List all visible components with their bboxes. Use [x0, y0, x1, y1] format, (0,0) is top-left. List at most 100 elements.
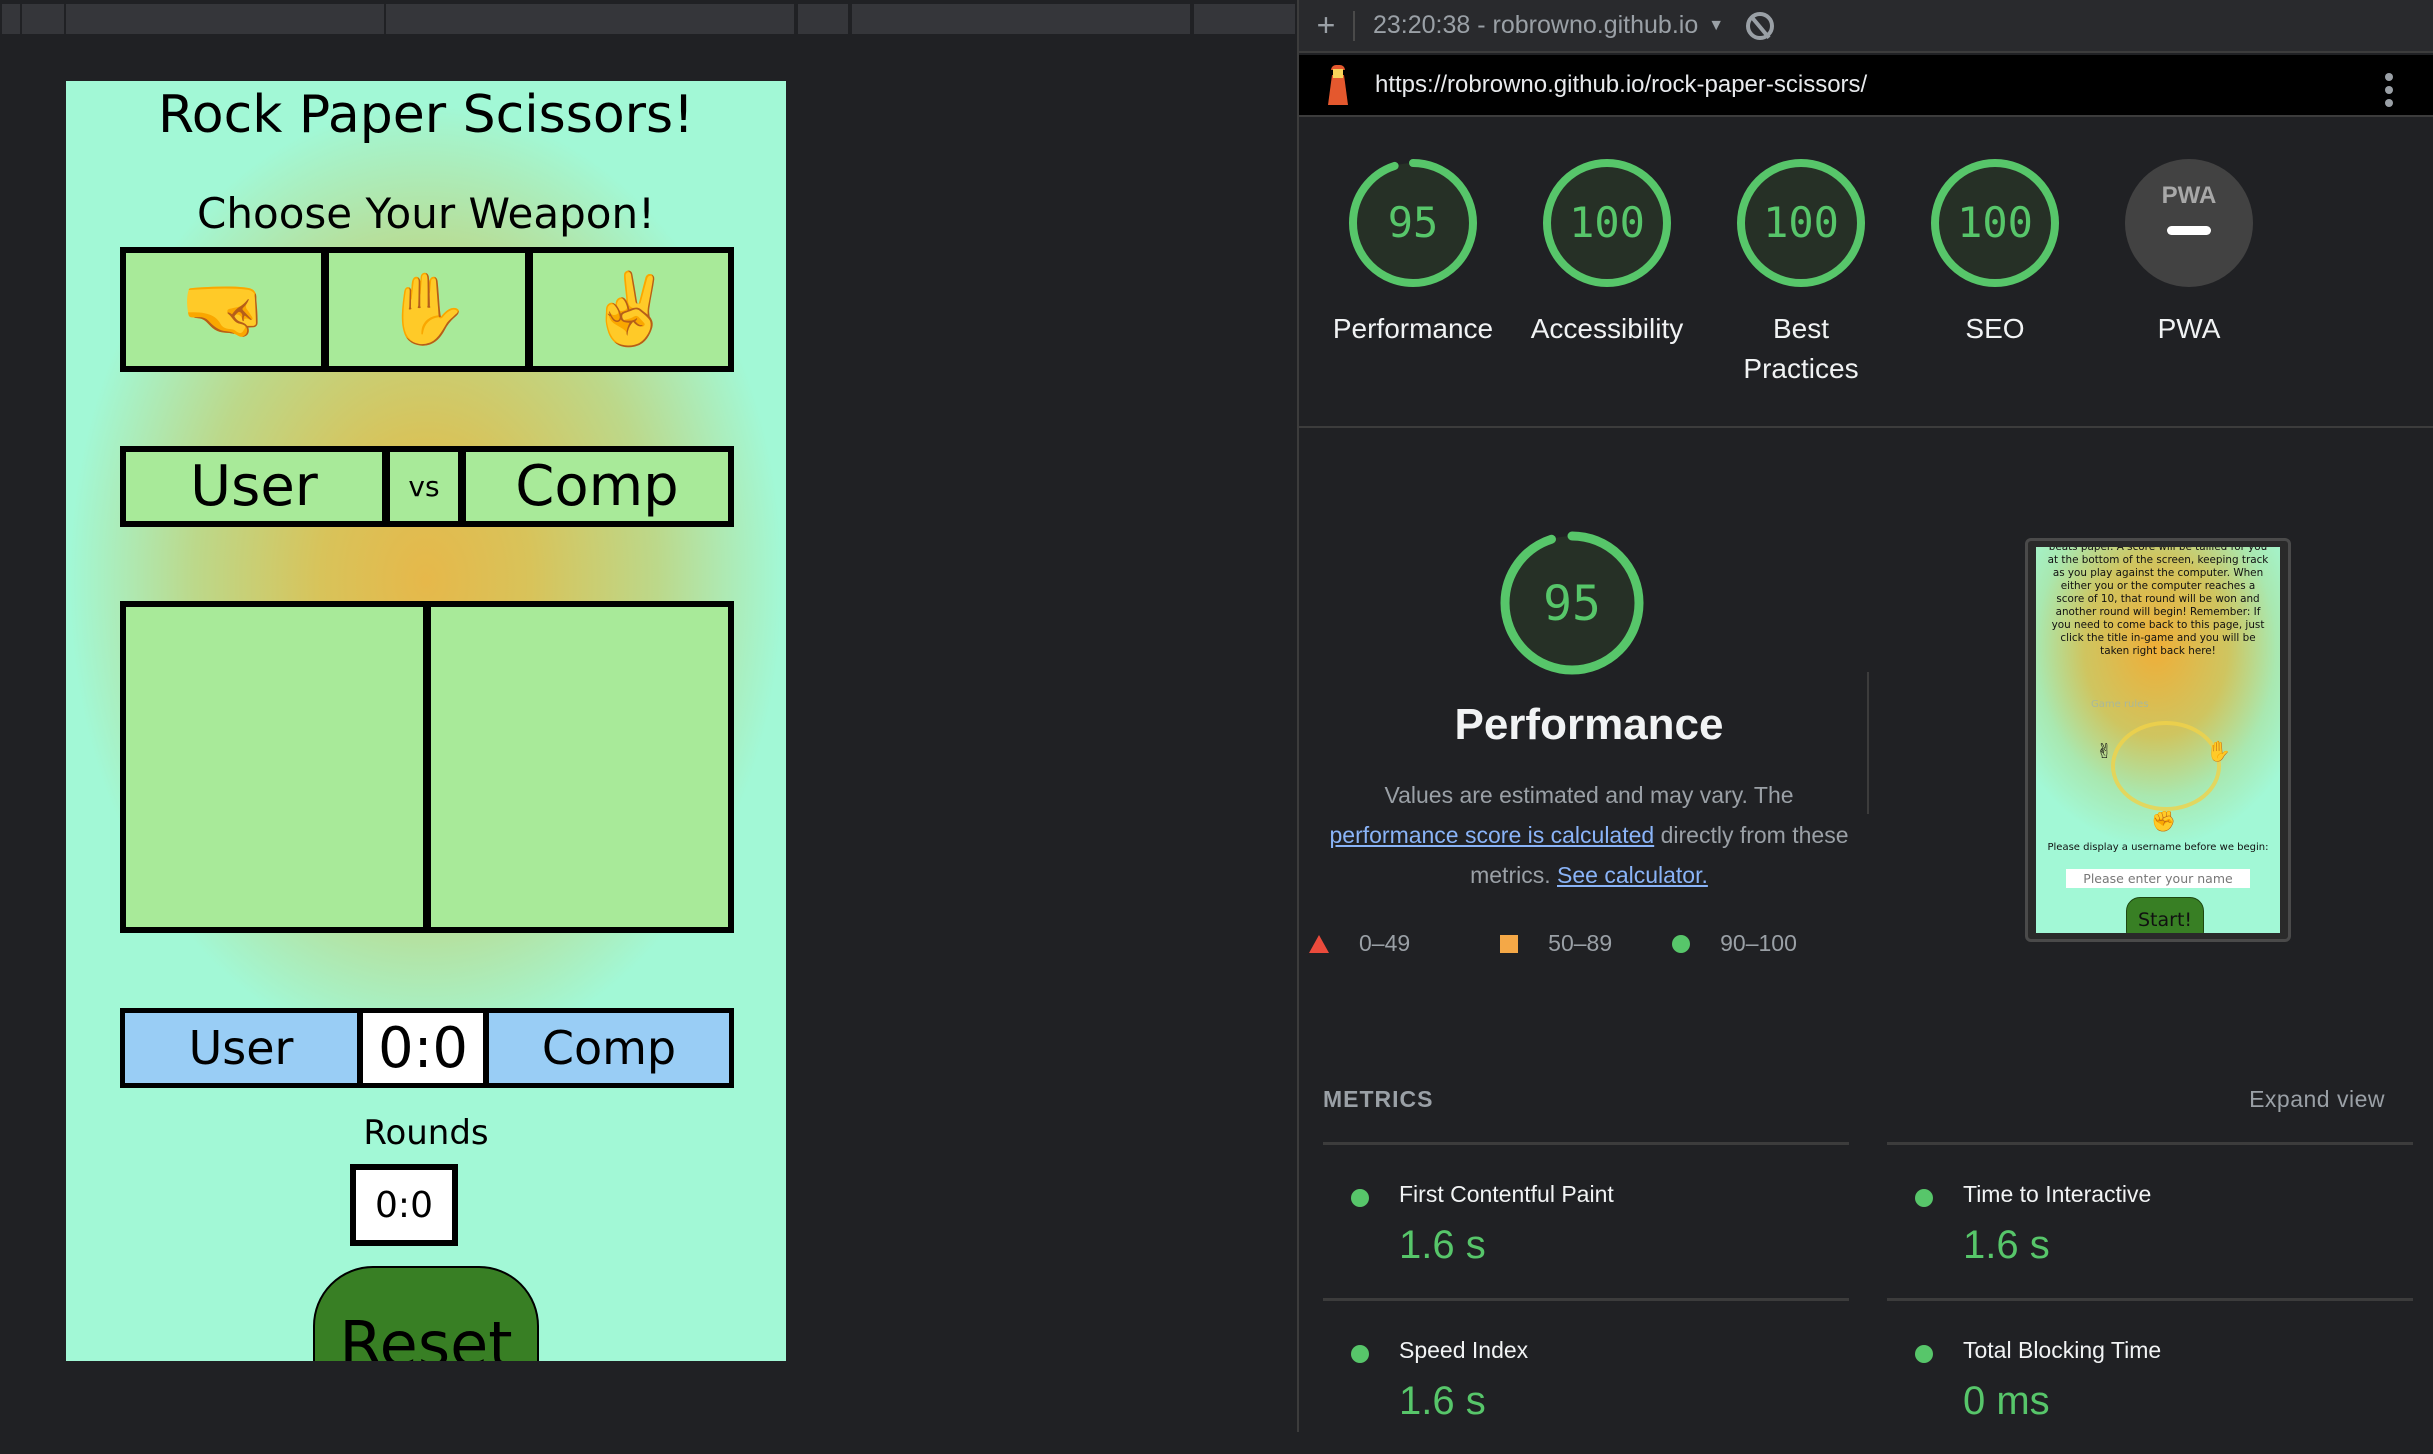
ruler-segment[interactable] [744, 4, 794, 34]
lighthouse-panel: + 23:20:38 - robrowno.github.io ▼ https:… [1297, 0, 2433, 1432]
gauge-label: Accessibility [1530, 313, 1684, 344]
metric-speed-index: Speed Index 1.6 s [1323, 1298, 1849, 1454]
report-url-link[interactable]: https://robrowno.github.io/rock-paper-sc… [1375, 71, 1867, 99]
metric-first-contentful-paint: First Contentful Paint 1.6 s [1323, 1142, 1849, 1298]
scissors-button[interactable]: ✌️ [532, 253, 728, 366]
screenshot-name-input: Please enter your name [2066, 869, 2250, 888]
final-screenshot-thumbnail[interactable]: beats paper. A score will be tallied for… [2025, 538, 2291, 942]
svg-text:PWA: PWA [2162, 182, 2217, 209]
metric-time-to-interactive: Time to Interactive 1.6 s [1887, 1142, 2413, 1298]
performance-description: Values are estimated and may vary. The p… [1329, 782, 1849, 888]
rock-fist-icon: ✊ [2151, 809, 2176, 833]
gauge-score: 100 [1957, 198, 2033, 247]
clear-reports-icon[interactable] [1746, 11, 1775, 40]
pass-dot-icon [1915, 1345, 1933, 1363]
ruler-segment[interactable] [798, 4, 848, 34]
performance-gauge: 95 [1500, 531, 1644, 675]
ruler-segment[interactable] [2, 4, 20, 34]
report-selector[interactable]: 23:20:38 - robrowno.github.io [1373, 11, 1698, 40]
rock-fist-icon: 🤜 [180, 268, 268, 350]
reset-button[interactable]: Reset [313, 1266, 539, 1361]
score-comp-label: Comp [489, 1013, 729, 1083]
ruler-segment[interactable] [1194, 4, 1295, 34]
comp-choice-pane [431, 607, 728, 927]
ruler-segment[interactable] [66, 4, 384, 34]
gauge-ring: 100 [1543, 159, 1671, 287]
red-triangle-icon [1309, 934, 1329, 953]
report-url-bar: https://robrowno.github.io/rock-paper-sc… [1299, 55, 2433, 117]
lighthouse-logo-icon [1325, 65, 1351, 105]
gauge-label: SEO [1965, 313, 2025, 344]
choice-display-area [120, 601, 734, 933]
rock-button[interactable]: 🤜 [126, 253, 322, 366]
gauge-seo[interactable]: 100 SEO [1905, 157, 2085, 349]
score-calculated-link[interactable]: performance score is calculated [1329, 822, 1654, 848]
lighthouse-toolbar: + 23:20:38 - robrowno.github.io ▼ [1299, 0, 2433, 53]
weapon-buttons: 🤜 ✋ ✌️ [120, 247, 734, 372]
performance-title: Performance [1454, 700, 1724, 749]
user-name-label: User [126, 452, 382, 521]
user-choice-pane [126, 607, 423, 927]
category-gauges: 95 Performance 100 Accessibility 100 Bes… [1299, 117, 2433, 428]
score-value: 0:0 [363, 1013, 483, 1083]
gauge-best-practices[interactable]: 100 Best Practices [1711, 157, 1891, 389]
pass-dot-icon [1351, 1189, 1369, 1207]
game-title-link[interactable]: Rock Paper Scissors! [66, 85, 786, 145]
new-report-button[interactable]: + [1299, 7, 1353, 44]
ruler-segment[interactable] [386, 4, 794, 34]
scoreboard: User 0:0 Comp [120, 1008, 734, 1088]
pass-dot-icon [1915, 1189, 1933, 1207]
green-circle-icon [1672, 934, 1691, 953]
device-viewport-area: Rock Paper Scissors! Choose Your Weapon!… [0, 0, 1297, 1432]
reset-label: Reset [339, 1308, 513, 1361]
screenshot-rules-diagram: Game rules ✌ ✋ ✊ [2091, 699, 2231, 833]
score-user-label: User [125, 1013, 357, 1083]
vs-label: vs [390, 452, 458, 521]
legend-fail: 0–49 [1309, 930, 1410, 957]
more-options-icon[interactable] [2385, 73, 2393, 107]
section-divider [1867, 672, 1869, 814]
rounds-label: Rounds [363, 1113, 489, 1153]
expand-view-toggle[interactable]: Expand view [2249, 1086, 2385, 1113]
performance-section: 95 Performance Values are estimated and … [1299, 430, 2433, 1050]
screenshot-rules-text: beats paper. A score will be tallied for… [2047, 547, 2269, 657]
screenshot-prompt: Please display a username before we begi… [2047, 842, 2269, 853]
gauge-accessibility[interactable]: 100 Accessibility [1517, 157, 1697, 349]
scissors-victory-hand-icon: ✌️ [586, 268, 674, 350]
pwa-badge-icon: PWA [2125, 159, 2253, 287]
gauge-pwa[interactable]: PWA PWA [2099, 157, 2279, 349]
legend-pass: 90–100 [1672, 930, 1797, 957]
scissors-hand-icon: ✌ [2096, 739, 2113, 763]
score-legend: 0–49 50–89 90–100 [1309, 930, 1869, 957]
metrics-heading: METRICS [1323, 1086, 1434, 1112]
legend-average: 50–89 [1470, 930, 1612, 957]
gauge-ring: 100 [1737, 159, 1865, 287]
choose-weapon-heading: Choose Your Weapon! [197, 189, 655, 238]
versus-bar: User vs Comp [120, 446, 734, 527]
paper-button[interactable]: ✋ [329, 253, 525, 366]
paper-hand-icon: ✋ [2206, 739, 2231, 763]
metric-total-blocking-time: Total Blocking Time 0 ms [1887, 1298, 2413, 1454]
comp-name-label: Comp [466, 452, 728, 521]
game-page: Rock Paper Scissors! Choose Your Weapon!… [66, 81, 786, 1361]
gauge-score: 95 [1388, 198, 1439, 247]
toolbar-divider [1353, 10, 1355, 41]
paper-hand-icon: ✋ [383, 268, 471, 350]
device-toolbar-ruler [0, 0, 1297, 37]
gauge-ring: 95 [1349, 159, 1477, 287]
see-calculator-link[interactable]: See calculator. [1557, 862, 1708, 888]
dropdown-caret-icon[interactable]: ▼ [1708, 17, 1724, 35]
gauge-score: 100 [1569, 198, 1645, 247]
screenshot-start-button: Start! [2126, 897, 2204, 933]
ruler-segment[interactable] [22, 4, 64, 34]
gauge-label: Performance [1332, 313, 1494, 344]
gauge-performance[interactable]: 95 Performance [1323, 157, 1503, 349]
orange-square-icon [1500, 934, 1519, 953]
ruler-segment[interactable] [852, 4, 1190, 34]
pass-dot-icon [1351, 1345, 1369, 1363]
rounds-value: 0:0 [350, 1164, 458, 1246]
gauge-label: Best Practices [1743, 313, 1859, 384]
gauge-score: 100 [1763, 198, 1839, 247]
gauge-ring: 100 [1931, 159, 2059, 287]
gauge-label: PWA [2157, 313, 2221, 344]
